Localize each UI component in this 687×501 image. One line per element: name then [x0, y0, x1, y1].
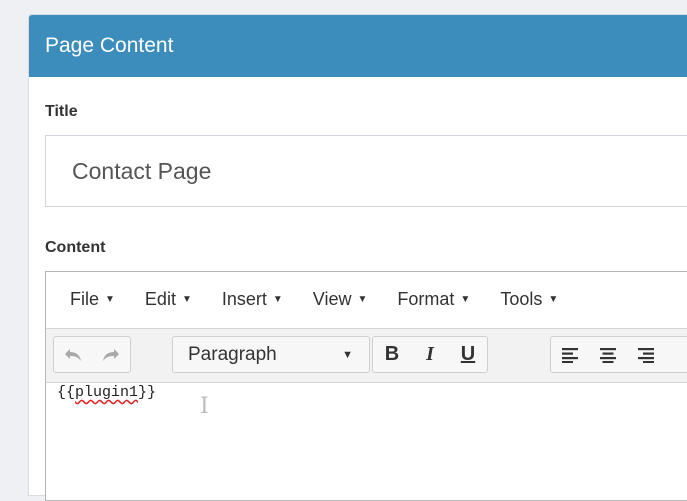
caret-down-icon: ▼	[181, 294, 192, 305]
italic-button[interactable]: I	[411, 337, 449, 372]
align-center-icon	[600, 347, 616, 363]
block-format-group: Paragraph ▼	[172, 336, 370, 373]
menu-insert[interactable]: Insert ▼	[207, 289, 298, 310]
text-style-group: B I U	[372, 336, 488, 373]
underline-button[interactable]: U	[449, 337, 487, 372]
italic-icon: I	[426, 343, 434, 365]
menu-tools[interactable]: Tools ▼	[485, 289, 573, 310]
caret-down-icon: ▼	[272, 294, 283, 305]
caret-down-icon: ▼	[460, 294, 471, 305]
panel-header: Page Content	[29, 15, 687, 77]
caret-down-icon: ▼	[548, 294, 559, 305]
editor-content-area[interactable]: {{plugin1}}	[57, 384, 156, 401]
bold-button[interactable]: B	[373, 337, 411, 372]
caret-down-icon: ▼	[342, 348, 353, 361]
content-label: Content	[45, 239, 106, 256]
caret-down-icon: ▼	[105, 294, 115, 305]
block-format-select[interactable]: Paragraph ▼	[173, 337, 369, 372]
undo-icon	[65, 348, 81, 361]
align-right-icon	[638, 347, 654, 363]
content-token: plugin1	[75, 384, 139, 401]
bold-icon: B	[384, 343, 400, 365]
undo-button[interactable]	[54, 337, 92, 372]
editor-toolbar: Paragraph ▼ B I U	[46, 328, 687, 383]
content-suffix: }}	[138, 384, 157, 401]
rich-text-editor: File ▼ Edit ▼ Insert ▼ View ▼ Format ▼ Tools ▼…	[45, 271, 687, 501]
content-prefix: {{	[57, 384, 76, 401]
align-right-button[interactable]	[627, 337, 665, 372]
align-left-icon	[562, 347, 578, 363]
block-format-value: Paragraph	[188, 343, 277, 365]
title-input[interactable]	[45, 135, 687, 207]
text-cursor-icon: I	[200, 394, 209, 419]
caret-down-icon: ▼	[357, 294, 368, 305]
menu-file[interactable]: File ▼	[55, 289, 130, 310]
panel-title: Page Content	[45, 34, 174, 57]
menu-edit[interactable]: Edit ▼	[130, 289, 207, 310]
history-group	[53, 336, 131, 373]
underline-icon: U	[460, 343, 476, 365]
alignment-group	[550, 336, 687, 373]
redo-icon	[103, 348, 119, 361]
redo-button[interactable]	[92, 337, 130, 372]
menu-view[interactable]: View ▼	[298, 289, 383, 310]
align-left-button[interactable]	[551, 337, 589, 372]
page-content-panel: Page Content Title Content File▼ Edit▼ I…	[28, 14, 687, 501]
editor-menubar: File ▼ Edit ▼ Insert ▼ View ▼ Format ▼ Tools ▼	[46, 272, 687, 327]
align-center-button[interactable]	[589, 337, 627, 372]
menu-format[interactable]: Format ▼	[382, 289, 485, 310]
title-label: Title	[45, 103, 78, 120]
